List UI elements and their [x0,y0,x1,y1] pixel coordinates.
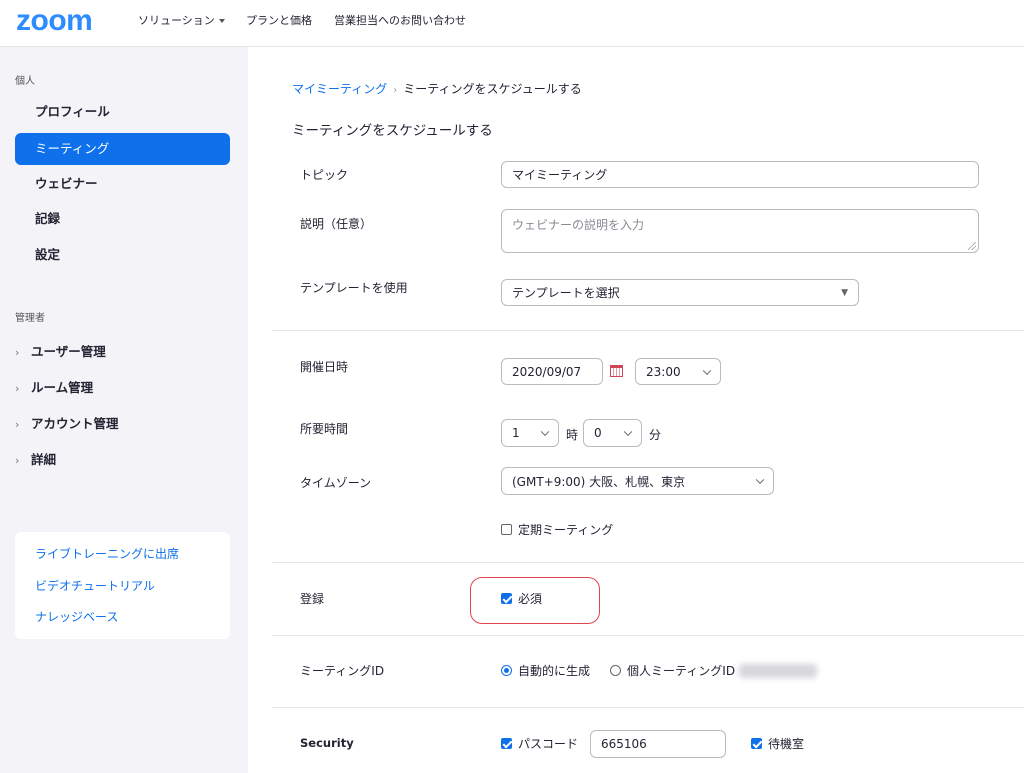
description-label: 説明（任意） [300,217,373,231]
description-placeholder: ウェビナーの説明を入力 [512,218,645,232]
sidebar-section-personal: 個人 [15,76,35,87]
sidebar-item-recordings[interactable]: 記録 [15,203,230,235]
chevron-right-icon: › [15,346,20,359]
date-input[interactable]: 2020/09/07 [501,358,603,385]
waiting-room-label[interactable]: 待機室 [768,735,804,752]
template-label: テンプレートを使用 [300,281,408,295]
recurring-label[interactable]: 定期ミーティング [518,521,613,538]
nav-plans-pricing[interactable]: プランと価格 [246,12,312,28]
section-divider [272,635,1024,636]
registration-required-label[interactable]: 必須 [518,590,542,607]
personal-meeting-id-label[interactable]: 個人ミーティングID [627,662,735,679]
chevron-down-icon [755,475,765,485]
passcode-input[interactable]: 665106 [590,730,726,758]
topic-label: トピック [300,168,349,182]
link-knowledge-base[interactable]: ナレッジベース [35,608,118,625]
template-select[interactable]: テンプレートを選択 ▼ [501,279,859,306]
sidebar-item-meetings[interactable]: ミーティング [15,133,230,165]
top-navigation-bar: zoom ソリューション プランと価格 営業担当へのお問い合わせ [0,0,1024,47]
link-live-training[interactable]: ライブトレーニングに出席 [35,545,179,562]
chevron-right-icon: › [15,382,20,395]
hours-unit: 時 [566,428,579,442]
link-video-tutorials[interactable]: ビデオチュートリアル [35,577,155,594]
personal-meeting-id-radio[interactable] [610,665,621,676]
chevron-right-icon: › [15,454,20,467]
sidebar-item-webinars[interactable]: ウェビナー [15,168,230,200]
sidebar-item-account-management[interactable]: › アカウント管理 [15,413,119,432]
sidebar-item-user-management[interactable]: › ユーザー管理 [15,341,106,360]
chevron-right-icon: › [15,418,20,431]
sidebar-section-admin: 管理者 [15,313,45,324]
zoom-logo[interactable]: zoom [16,4,93,38]
registration-required-checkbox[interactable] [501,593,512,604]
nav-solutions[interactable]: ソリューション [138,12,225,28]
meeting-id-label: ミーティングID [300,664,385,678]
topic-input[interactable]: マイミーティング [501,161,979,188]
sidebar-item-room-management[interactable]: › ルーム管理 [15,377,93,396]
auto-generate-label[interactable]: 自動的に生成 [518,662,590,679]
waiting-room-checkbox[interactable] [751,738,762,749]
timezone-label: タイムゾーン [300,476,372,490]
when-label: 開催日時 [300,360,349,374]
sidebar-item-settings[interactable]: 設定 [15,239,230,271]
help-links-box: ライブトレーニングに出席 ビデオチュートリアル ナレッジベース [15,532,230,639]
security-label: Security [300,736,354,750]
chevron-down-icon [540,427,550,437]
sidebar-item-advanced[interactable]: › 詳細 [15,449,56,468]
duration-minutes-select[interactable]: 0 [583,419,642,447]
passcode-checkbox[interactable] [501,738,512,749]
breadcrumb-my-meetings[interactable]: マイミーティング [292,82,387,96]
breadcrumb-separator: › [393,85,398,96]
calendar-icon[interactable] [610,365,623,377]
auto-generate-radio[interactable] [501,665,512,676]
duration-hours-select[interactable]: 1 [501,419,559,447]
sidebar-item-profile[interactable]: プロフィール [15,96,230,128]
duration-label: 所要時間 [300,422,349,436]
redacted-meeting-id [739,664,817,678]
section-divider [272,330,1024,331]
nav-contact-sales[interactable]: 営業担当へのお問い合わせ [334,12,466,28]
chevron-down-icon [702,366,712,375]
minutes-unit: 分 [649,428,662,442]
recurring-checkbox[interactable] [501,524,512,535]
dropdown-arrow-icon: ▼ [841,287,848,298]
sidebar: 個人 プロフィール ミーティング ウェビナー 記録 設定 管理者 › ユーザー管理… [0,47,248,773]
description-textarea[interactable]: ウェビナーの説明を入力 [501,209,979,253]
resize-handle-icon[interactable] [968,242,976,250]
section-divider [272,707,1024,708]
registration-label: 登録 [300,592,325,606]
breadcrumb: マイミーティング › ミーティングをスケジュールする [292,80,582,97]
main-content: マイミーティング › ミーティングをスケジュールする ミーティングをスケジュールする… [272,47,1024,773]
chevron-down-icon [623,427,633,437]
section-divider [272,562,1024,563]
passcode-label[interactable]: パスコード [518,735,578,752]
timezone-select[interactable]: (GMT+9:00) 大阪、札幌、東京 [501,467,774,495]
chevron-down-icon [218,19,225,23]
page-title: ミーティングをスケジュールする [292,123,493,139]
time-select[interactable]: 23:00 [635,358,721,385]
breadcrumb-current: ミーティングをスケジュールする [403,82,582,96]
